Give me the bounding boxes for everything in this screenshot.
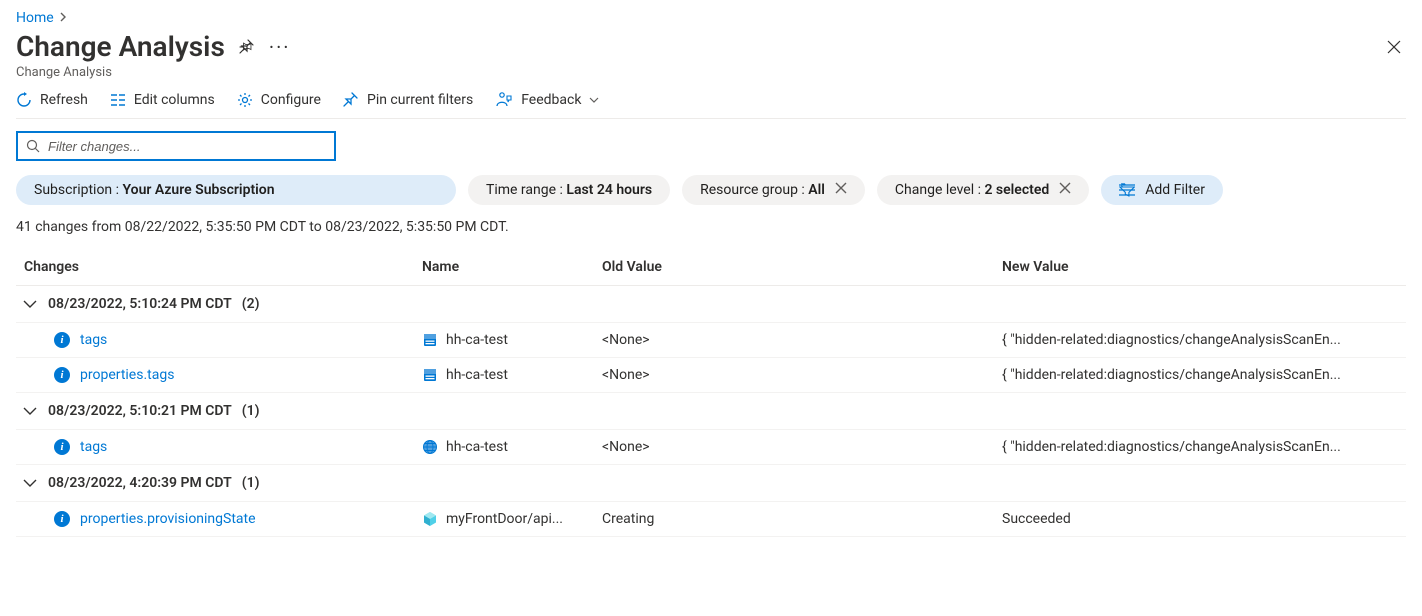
table-body: 08/23/2022, 5:10:24 PM CDT (2)itagshh-ca… bbox=[16, 286, 1406, 537]
old-value: <None> bbox=[602, 367, 1002, 383]
pin-filters-label: Pin current filters bbox=[367, 92, 473, 108]
columns-icon bbox=[110, 92, 126, 108]
add-filter-icon bbox=[1119, 183, 1135, 197]
resource-icon bbox=[422, 511, 438, 527]
col-header-name[interactable]: Name bbox=[422, 259, 602, 275]
configure-button[interactable]: Configure bbox=[237, 92, 321, 108]
table-row: itags hh-ca-test <None>{ "hidden-related:d… bbox=[16, 430, 1406, 465]
add-filter-label: Add Filter bbox=[1145, 182, 1205, 198]
toolbar: Refresh Edit columns Configure Pin curre… bbox=[16, 92, 1406, 119]
resource-icon bbox=[422, 332, 438, 348]
filter-input[interactable] bbox=[46, 138, 326, 155]
pill-level-label: Change level : bbox=[895, 182, 985, 198]
add-filter-button[interactable]: Add Filter bbox=[1101, 175, 1223, 205]
pill-rg-value: All bbox=[808, 182, 825, 198]
configure-label: Configure bbox=[261, 92, 321, 108]
chevron-right-icon bbox=[60, 12, 68, 25]
edit-columns-button[interactable]: Edit columns bbox=[110, 92, 215, 108]
resource-icon bbox=[422, 367, 438, 383]
breadcrumb: Home bbox=[16, 10, 1406, 26]
pill-time-value: Last 24 hours bbox=[566, 182, 652, 198]
col-header-old[interactable]: Old Value bbox=[602, 259, 1002, 275]
chevron-down-icon bbox=[22, 475, 38, 491]
new-value: { "hidden-related:diagnostics/changeAnal… bbox=[1002, 332, 1400, 348]
new-value: { "hidden-related:diagnostics/changeAnal… bbox=[1002, 367, 1400, 383]
pill-resource-group[interactable]: Resource group : All bbox=[682, 175, 865, 205]
pill-time-range[interactable]: Time range : Last 24 hours bbox=[468, 175, 670, 205]
chevron-down-icon bbox=[22, 403, 38, 419]
col-header-new[interactable]: New Value bbox=[1002, 259, 1400, 275]
refresh-button[interactable]: Refresh bbox=[16, 92, 88, 108]
feedback-icon bbox=[495, 92, 513, 108]
change-link[interactable]: tags bbox=[80, 439, 107, 455]
group-count: (2) bbox=[242, 296, 260, 312]
feedback-button[interactable]: Feedback bbox=[495, 92, 599, 108]
remove-filter-icon[interactable] bbox=[835, 182, 847, 198]
old-value: <None> bbox=[602, 332, 1002, 348]
pin-filters-icon bbox=[343, 92, 359, 108]
page-subtitle: Change Analysis bbox=[16, 65, 1406, 80]
resource-icon bbox=[422, 439, 438, 455]
old-value: Creating bbox=[602, 511, 1002, 527]
summary-text: 41 changes from 08/22/2022, 5:35:50 PM C… bbox=[16, 219, 1406, 235]
pin-filters-button[interactable]: Pin current filters bbox=[343, 92, 473, 108]
old-value: <None> bbox=[602, 439, 1002, 455]
pill-subscription[interactable]: Subscription : Your Azure Subscription bbox=[16, 175, 456, 205]
table-row: i properties.provisioningState myFrontDoor… bbox=[16, 502, 1406, 537]
group-timestamp: 08/23/2022, 4:20:39 PM CDT bbox=[48, 475, 232, 491]
pill-level-value: 2 selected bbox=[984, 182, 1049, 198]
change-link[interactable]: properties.tags bbox=[80, 367, 174, 383]
resource-name: hh-ca-test bbox=[446, 367, 508, 383]
feedback-label: Feedback bbox=[521, 92, 581, 108]
table-row: i properties.tags hh-ca-test <None>{ "hidde… bbox=[16, 358, 1406, 393]
refresh-icon bbox=[16, 92, 32, 108]
info-icon: i bbox=[54, 332, 70, 348]
group-row[interactable]: 08/23/2022, 5:10:24 PM CDT (2) bbox=[16, 286, 1406, 323]
info-icon: i bbox=[54, 439, 70, 455]
group-count: (1) bbox=[242, 475, 260, 491]
page-title: Change Analysis bbox=[16, 30, 225, 63]
filter-pills: Subscription : Your Azure Subscription T… bbox=[16, 175, 1406, 205]
pill-subscription-value: Your Azure Subscription bbox=[123, 182, 275, 198]
gear-icon bbox=[237, 92, 253, 108]
more-icon[interactable]: ··· bbox=[269, 35, 291, 59]
group-row[interactable]: 08/23/2022, 5:10:21 PM CDT (1) bbox=[16, 393, 1406, 430]
change-link[interactable]: tags bbox=[80, 332, 107, 348]
group-row[interactable]: 08/23/2022, 4:20:39 PM CDT (1) bbox=[16, 465, 1406, 502]
info-icon: i bbox=[54, 511, 70, 527]
pill-change-level[interactable]: Change level : 2 selected bbox=[877, 175, 1089, 205]
breadcrumb-home[interactable]: Home bbox=[16, 10, 54, 26]
pill-time-label: Time range : bbox=[486, 182, 566, 198]
resource-name: myFrontDoor/api... bbox=[446, 511, 563, 527]
info-icon: i bbox=[54, 367, 70, 383]
filter-input-container[interactable] bbox=[16, 131, 336, 161]
chevron-down-icon bbox=[589, 92, 599, 108]
pill-rg-label: Resource group : bbox=[700, 182, 808, 198]
close-button[interactable] bbox=[1382, 35, 1406, 59]
change-link[interactable]: properties.provisioningState bbox=[80, 511, 256, 527]
group-count: (1) bbox=[242, 403, 260, 419]
group-timestamp: 08/23/2022, 5:10:21 PM CDT bbox=[48, 403, 232, 419]
pill-subscription-label: Subscription : bbox=[34, 182, 123, 198]
refresh-label: Refresh bbox=[40, 92, 88, 108]
table-row: itags hh-ca-test <None>{ "hidden-related:d… bbox=[16, 323, 1406, 358]
chevron-down-icon bbox=[22, 296, 38, 312]
new-value: Succeeded bbox=[1002, 511, 1400, 527]
pin-icon[interactable] bbox=[239, 39, 255, 55]
edit-columns-label: Edit columns bbox=[134, 92, 215, 108]
col-header-changes[interactable]: Changes bbox=[22, 259, 422, 275]
table-header: Changes Name Old Value New Value bbox=[16, 249, 1406, 286]
remove-filter-icon[interactable] bbox=[1059, 182, 1071, 198]
resource-name: hh-ca-test bbox=[446, 332, 508, 348]
resource-name: hh-ca-test bbox=[446, 439, 508, 455]
new-value: { "hidden-related:diagnostics/changeAnal… bbox=[1002, 439, 1400, 455]
search-icon bbox=[26, 139, 40, 153]
group-timestamp: 08/23/2022, 5:10:24 PM CDT bbox=[48, 296, 232, 312]
